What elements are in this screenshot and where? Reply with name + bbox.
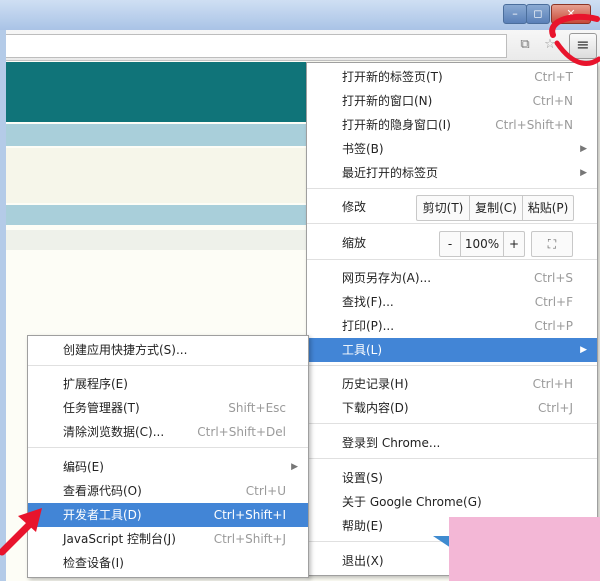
menu-item-new-window[interactable]: 打开新的窗口(N) Ctrl+N	[307, 89, 597, 113]
zoom-out-button[interactable]: -	[440, 232, 460, 256]
page-nav-band	[6, 124, 306, 146]
copy-button[interactable]: 复制(C)	[470, 196, 522, 220]
page-header-band	[6, 62, 306, 122]
menu-row-edit: 修改 剪切(T) 复制(C) 粘贴(P)	[307, 195, 597, 221]
minimize-button[interactable]: –	[503, 4, 527, 24]
page-content-band-2	[6, 230, 306, 250]
submenu-item-clear-browsing-data[interactable]: 清除浏览数据(C)... Ctrl+Shift+Del	[28, 420, 308, 444]
menu-separator	[307, 223, 597, 224]
menu-separator	[307, 458, 597, 459]
address-bar[interactable]	[6, 34, 507, 58]
zoom-in-button[interactable]: +	[504, 232, 524, 256]
submenu-item-encoding[interactable]: 编码(E) ▶	[28, 455, 308, 479]
menu-item-print[interactable]: 打印(P)... Ctrl+P	[307, 314, 597, 338]
submenu-arrow-icon: ▶	[291, 462, 298, 472]
menu-item-recent-tabs[interactable]: 最近打开的标签页 ▶	[307, 161, 597, 185]
fullscreen-icon[interactable]: ⛶	[532, 232, 572, 256]
submenu-item-extensions[interactable]: 扩展程序(E)	[28, 372, 308, 396]
menu-item-find[interactable]: 查找(F)... Ctrl+F	[307, 290, 597, 314]
submenu-arrow-icon: ▶	[580, 168, 587, 178]
submenu-item-inspect-devices[interactable]: 检查设备(I)	[28, 551, 308, 575]
menu-item-sign-in[interactable]: 登录到 Chrome...	[307, 431, 597, 455]
submenu-item-task-manager[interactable]: 任务管理器(T) Shift+Esc	[28, 396, 308, 420]
menu-item-downloads[interactable]: 下载内容(D) Ctrl+J	[307, 396, 597, 420]
menu-separator	[307, 423, 597, 424]
menu-item-save-page-as[interactable]: 网页另存为(A)... Ctrl+S	[307, 266, 597, 290]
page-nav-band-2	[6, 205, 306, 225]
submenu-arrow-icon: ▶	[580, 144, 587, 154]
zoom-level: 100%	[464, 237, 500, 251]
menu-separator	[28, 365, 308, 366]
menu-separator	[28, 447, 308, 448]
menu-item-new-incognito-window[interactable]: 打开新的隐身窗口(I) Ctrl+Shift+N	[307, 113, 597, 137]
red-arrow-annotation-icon	[0, 508, 42, 556]
submenu-item-javascript-console[interactable]: JavaScript 控制台(J) Ctrl+Shift+J	[28, 527, 308, 551]
tools-submenu: 创建应用快捷方式(S)... 扩展程序(E) 任务管理器(T) Shift+Esc…	[27, 335, 309, 578]
submenu-arrow-icon: ▶	[580, 345, 587, 355]
menu-item-settings[interactable]: 设置(S)	[307, 466, 597, 490]
menu-separator	[307, 259, 597, 260]
page-content-band	[6, 148, 306, 203]
submenu-item-view-source[interactable]: 查看源代码(O) Ctrl+U	[28, 479, 308, 503]
menu-separator	[307, 365, 597, 366]
submenu-item-create-shortcut[interactable]: 创建应用快捷方式(S)...	[28, 338, 308, 362]
red-circle-annotation-icon	[549, 13, 600, 66]
menu-separator	[307, 188, 597, 189]
menu-item-bookmarks[interactable]: 书签(B) ▶	[307, 137, 597, 161]
cut-button[interactable]: 剪切(T)	[417, 196, 469, 220]
paste-button[interactable]: 粘贴(P)	[523, 196, 573, 220]
decorative-block	[449, 517, 600, 581]
submenu-item-developer-tools[interactable]: 开发者工具(D) Ctrl+Shift+I	[28, 503, 308, 527]
menu-item-history[interactable]: 历史记录(H) Ctrl+H	[307, 372, 597, 396]
menu-item-about[interactable]: 关于 Google Chrome(G)	[307, 490, 597, 514]
menu-item-tools[interactable]: 工具(L) ▶	[307, 338, 597, 362]
chrome-main-menu: 打开新的标签页(T) Ctrl+T 打开新的窗口(N) Ctrl+N 打开新的隐身窗…	[306, 62, 598, 576]
page-action-icon[interactable]: ⧉	[516, 36, 534, 54]
browser-toolbar: ⧉ ☆ ≡	[6, 30, 600, 61]
menu-row-zoom: 缩放 - 100% + ⛶	[307, 231, 597, 257]
